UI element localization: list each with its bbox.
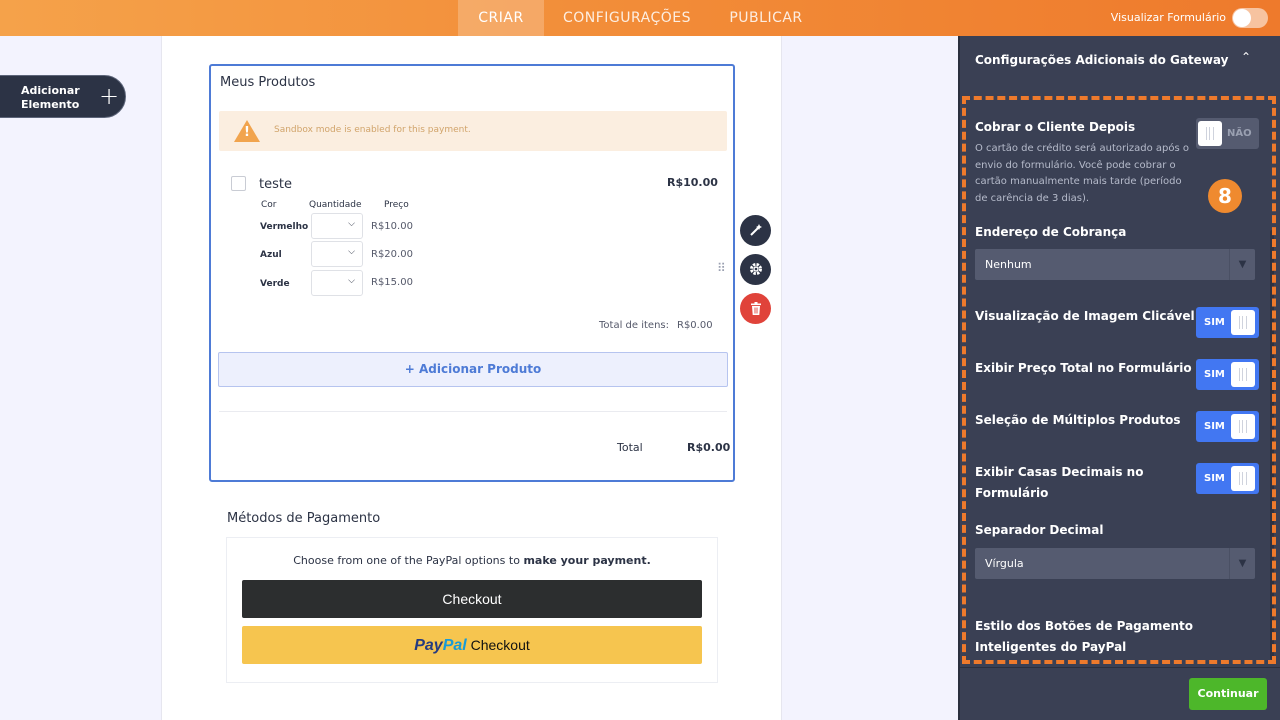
option-price: R$20.00: [371, 249, 413, 260]
show-total-price-toggle[interactable]: SIM: [1196, 359, 1259, 390]
toggle-knob: [1231, 310, 1255, 335]
plus-icon: +: [99, 82, 120, 110]
step-badge: 8: [1208, 179, 1242, 213]
chevron-up-icon[interactable]: ⌃: [1241, 50, 1251, 64]
billing-address-select[interactable]: Nenhum ▼: [975, 249, 1255, 280]
grip-icon: [1239, 420, 1247, 433]
option-header-price: Preço: [384, 200, 409, 210]
option-price: R$15.00: [371, 277, 413, 288]
option-color-label: Vermelho: [260, 222, 309, 232]
option-color-label: Azul: [260, 250, 282, 260]
toggle-knob: [1233, 9, 1251, 27]
add-element-label: Adicionar Elemento: [21, 84, 80, 111]
sandbox-warning-banner: ! Sandbox mode is enabled for this payme…: [219, 111, 727, 151]
product-name: teste: [259, 177, 292, 192]
payment-instructions: Choose from one of the PayPal options to…: [227, 554, 717, 567]
gear-icon: [749, 263, 762, 275]
toggle-text: SIM: [1204, 421, 1225, 432]
charge-later-label: Cobrar o Cliente Depois: [975, 120, 1136, 134]
clickable-image-label: Visualização de Imagem Clicável: [975, 309, 1195, 323]
grip-icon: [1239, 472, 1247, 485]
paypal-checkout-button[interactable]: PayPal Checkout: [242, 626, 702, 664]
tab-criar[interactable]: CRIAR: [458, 0, 544, 36]
smart-buttons-style-label: Estilo dos Botões de Pagamento Inteligen…: [975, 619, 1194, 654]
total-items-label: Total de itens:: [599, 320, 669, 331]
charge-later-toggle[interactable]: NÃO: [1196, 118, 1259, 149]
toggle-knob: [1231, 466, 1255, 491]
show-total-price-label: Exibir Preço Total no Formulário: [975, 361, 1192, 375]
product-list-field[interactable]: Meus Produtos ! Sandbox mode is enabled …: [209, 64, 735, 482]
paypal-logo-part2: Pal: [442, 637, 467, 654]
grip-icon: [1206, 127, 1214, 140]
paypal-logo-part1: Pay: [414, 637, 443, 654]
decimal-separator-value: Vírgula: [985, 557, 1024, 570]
checkout-button[interactable]: Checkout: [242, 580, 702, 618]
add-product-button[interactable]: + Adicionar Produto: [218, 352, 728, 387]
product-checkbox[interactable]: [231, 176, 246, 191]
chevron-down-icon: ⌵: [348, 276, 355, 286]
paypal-checkout-label: Checkout: [470, 637, 530, 653]
chevron-down-icon: ⌵: [348, 219, 355, 229]
trash-icon: [750, 302, 761, 315]
field-settings-button[interactable]: [740, 254, 771, 285]
sandbox-message: Sandbox mode is enabled for this payment…: [274, 125, 471, 135]
quantity-select[interactable]: ⌵: [311, 241, 363, 267]
option-header-quantity: Quantidade: [309, 200, 362, 210]
continue-button[interactable]: Continuar: [1189, 678, 1267, 710]
show-decimals-label: Exibir Casas Decimais no Formulário: [975, 465, 1144, 500]
drag-handle-icon[interactable]: ⠿: [717, 262, 729, 274]
caret-down-icon: ▼: [1229, 548, 1255, 579]
grip-icon: [1239, 316, 1247, 329]
decimal-separator-label: Separador Decimal: [975, 523, 1104, 537]
product-list-title: Meus Produtos: [220, 75, 316, 90]
payment-methods-title: Métodos de Pagamento: [227, 511, 381, 526]
multiple-products-toggle[interactable]: SIM: [1196, 411, 1259, 442]
billing-address-label: Endereço de Cobrança: [975, 225, 1127, 239]
panel-scrollbar[interactable]: [1270, 230, 1274, 660]
payment-methods-box: Choose from one of the PayPal options to…: [226, 537, 718, 683]
quantity-select[interactable]: ⌵: [311, 270, 363, 296]
show-decimals-toggle[interactable]: SIM: [1196, 463, 1259, 494]
toggle-knob: [1231, 362, 1255, 387]
preview-form-label: Visualizar Formulário: [1110, 11, 1226, 24]
top-navigation-bar: CRIAR CONFIGURAÇÕES PUBLICAR Visualizar …: [0, 0, 1280, 36]
total-items-value: R$0.00: [677, 320, 713, 331]
toggle-knob: [1231, 414, 1255, 439]
clickable-image-toggle[interactable]: SIM: [1196, 307, 1259, 338]
toggle-text: NÃO: [1227, 128, 1252, 139]
divider: [219, 411, 727, 412]
magic-wand-icon: [749, 224, 762, 236]
preview-form-toggle[interactable]: [1232, 8, 1268, 28]
delete-field-button[interactable]: [740, 293, 771, 324]
product-price: R$10.00: [667, 176, 718, 189]
decimal-separator-select[interactable]: Vírgula ▼: [975, 548, 1255, 579]
payment-instructions-bold: make your payment.: [523, 554, 651, 567]
option-color-label: Verde: [260, 279, 290, 289]
add-element-button[interactable]: Adicionar Elemento +: [0, 75, 126, 118]
toggle-text: SIM: [1204, 369, 1225, 380]
magic-wand-button[interactable]: [740, 215, 771, 246]
option-header-color: Cor: [261, 200, 277, 210]
warning-icon-mark: !: [244, 125, 250, 140]
tab-configuracoes[interactable]: CONFIGURAÇÕES: [554, 0, 700, 36]
billing-address-value: Nenhum: [985, 258, 1032, 271]
total-label: Total: [617, 441, 643, 454]
charge-later-description: O cartão de crédito será autorizado após…: [975, 143, 1189, 204]
gateway-settings-title: Configurações Adicionais do Gateway: [975, 53, 1229, 67]
grip-icon: [1239, 368, 1247, 381]
quantity-select[interactable]: ⌵: [311, 213, 363, 239]
toggle-text: SIM: [1204, 473, 1225, 484]
option-price: R$10.00: [371, 221, 413, 232]
total-value: R$0.00: [687, 441, 731, 454]
chevron-down-icon: ⌵: [348, 247, 355, 257]
multiple-products-label: Seleção de Múltiplos Produtos: [975, 413, 1181, 427]
caret-down-icon: ▼: [1229, 249, 1255, 280]
toggle-knob: [1198, 121, 1222, 146]
payment-instructions-text: Choose from one of the PayPal options to: [293, 554, 524, 567]
toggle-text: SIM: [1204, 317, 1225, 328]
gateway-settings-header[interactable]: Configurações Adicionais do Gateway ⌃: [960, 36, 1280, 85]
tab-publicar[interactable]: PUBLICAR: [720, 0, 812, 36]
